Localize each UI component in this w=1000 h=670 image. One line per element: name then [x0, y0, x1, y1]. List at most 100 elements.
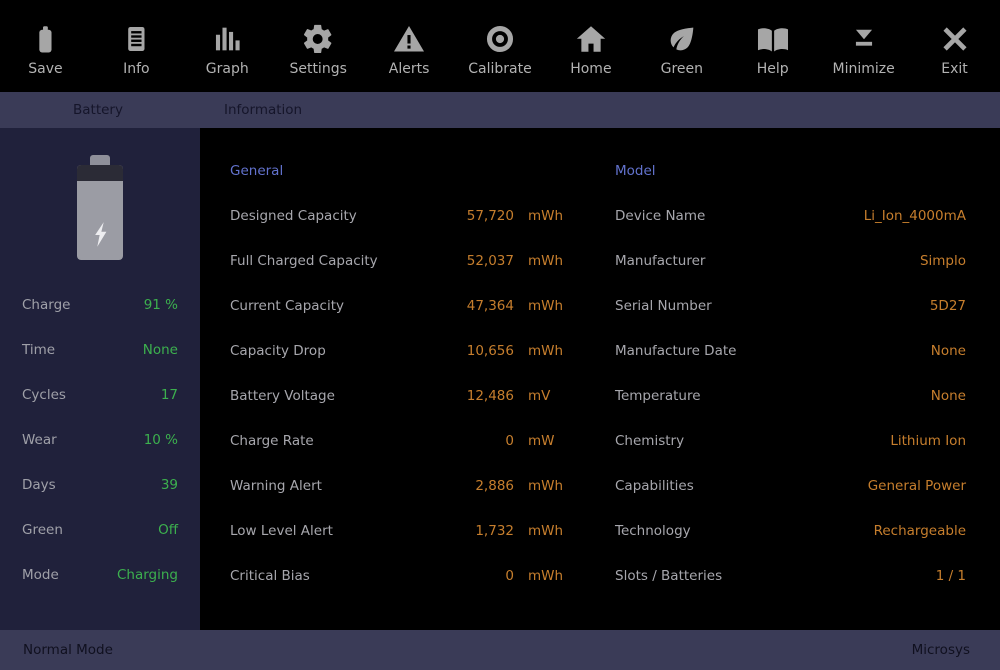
row-value: 1 / 1 [936, 568, 966, 584]
toolbar-button-calibrate[interactable]: Calibrate [455, 16, 546, 77]
status-vendor-text: Microsys [912, 642, 970, 658]
tab-information[interactable]: Information [224, 102, 302, 118]
stat-row-cycles: Cycles 17 [0, 372, 200, 417]
tab-battery[interactable]: Battery [73, 102, 123, 118]
row-unit: mWh [514, 478, 562, 494]
battery-stats-list: Charge 91 % Time None Cycles 17 Wear 10 … [0, 282, 200, 597]
battery-charging-icon [77, 155, 123, 260]
close-x-icon [938, 22, 972, 56]
stat-value: Charging [117, 567, 178, 583]
stat-label: Days [22, 477, 56, 493]
stat-row-charge: Charge 91 % [0, 282, 200, 327]
row-unit: mWh [514, 568, 562, 584]
row-value: 12,486 [434, 388, 514, 404]
toolbar-label: Graph [206, 61, 249, 77]
toolbar-label: Info [123, 61, 150, 77]
table-row: Manufacturer Simplo [615, 238, 966, 283]
stat-label: Cycles [22, 387, 66, 403]
bullseye-icon [483, 22, 517, 56]
table-row: Designed Capacity 57,720 mWh [230, 193, 562, 238]
table-row: Device Name Li_Ion_4000mA [615, 193, 966, 238]
minimize-triangle-icon [847, 22, 881, 56]
toolbar-label: Exit [941, 61, 968, 77]
stat-value: 39 [161, 477, 178, 493]
table-row: Temperature None [615, 373, 966, 418]
leaf-icon [665, 22, 699, 56]
row-label: Technology [615, 523, 691, 539]
row-label: Chemistry [615, 433, 684, 449]
battery-icon [28, 22, 62, 56]
stat-value: Off [158, 522, 178, 538]
row-value: Li_Ion_4000mA [864, 208, 966, 224]
document-lines-icon [119, 22, 153, 56]
row-label: Capacity Drop [230, 343, 434, 359]
stat-value: None [143, 342, 178, 358]
toolbar-button-save[interactable]: Save [0, 16, 91, 77]
toolbar-label: Help [757, 61, 789, 77]
table-row: Serial Number 5D27 [615, 283, 966, 328]
toolbar-button-help[interactable]: Help [727, 16, 818, 77]
row-value: Simplo [920, 253, 966, 269]
row-label: Designed Capacity [230, 208, 434, 224]
row-value: 0 [434, 568, 514, 584]
stat-value: 10 % [144, 432, 178, 448]
table-row: Low Level Alert 1,732 mWh [230, 508, 562, 553]
row-label: Warning Alert [230, 478, 434, 494]
row-value: 52,037 [434, 253, 514, 269]
stat-label: Charge [22, 297, 70, 313]
content-area: Charge 91 % Time None Cycles 17 Wear 10 … [0, 128, 1000, 630]
row-unit: mWh [514, 343, 562, 359]
toolbar-label: Minimize [832, 61, 894, 77]
general-section-title: General [230, 148, 562, 193]
table-row: Battery Voltage 12,486 mV [230, 373, 562, 418]
row-value: None [931, 388, 966, 404]
table-row: Manufacture Date None [615, 328, 966, 373]
stat-label: Green [22, 522, 63, 538]
toolbar-button-alerts[interactable]: Alerts [364, 16, 455, 77]
toolbar-label: Green [661, 61, 703, 77]
stat-value: 17 [161, 387, 178, 403]
row-label: Full Charged Capacity [230, 253, 434, 269]
row-label: Serial Number [615, 298, 712, 314]
status-bar: Normal Mode Microsys [0, 630, 1000, 670]
stat-row-wear: Wear 10 % [0, 417, 200, 462]
toolbar-button-settings[interactable]: Settings [273, 16, 364, 77]
row-value: 47,364 [434, 298, 514, 314]
toolbar-label: Alerts [389, 61, 430, 77]
stat-row-green: Green Off [0, 507, 200, 552]
row-value: General Power [868, 478, 966, 494]
stat-row-time: Time None [0, 327, 200, 372]
row-unit: mV [514, 388, 562, 404]
toolbar-button-graph[interactable]: Graph [182, 16, 273, 77]
row-label: Low Level Alert [230, 523, 434, 539]
toolbar-button-home[interactable]: Home [545, 16, 636, 77]
toolbar-button-green[interactable]: Green [636, 16, 727, 77]
toolbar-label: Settings [289, 61, 346, 77]
table-row: Capabilities General Power [615, 463, 966, 508]
table-row: Full Charged Capacity 52,037 mWh [230, 238, 562, 283]
house-icon [574, 22, 608, 56]
toolbar-button-minimize[interactable]: Minimize [818, 16, 909, 77]
row-value: 10,656 [434, 343, 514, 359]
toolbar-button-info[interactable]: Info [91, 16, 182, 77]
toolbar-label: Home [570, 61, 611, 77]
table-row: Technology Rechargeable [615, 508, 966, 553]
row-unit: mW [514, 433, 562, 449]
row-unit: mWh [514, 298, 562, 314]
row-unit: mWh [514, 523, 562, 539]
row-value: 5D27 [930, 298, 966, 314]
table-row: Critical Bias 0 mWh [230, 553, 562, 598]
row-value: 57,720 [434, 208, 514, 224]
toolbar-button-exit[interactable]: Exit [909, 16, 1000, 77]
stat-row-mode: Mode Charging [0, 552, 200, 597]
row-value: Lithium Ion [890, 433, 966, 449]
row-value: 0 [434, 433, 514, 449]
status-mode-text: Normal Mode [23, 642, 113, 658]
stat-label: Mode [22, 567, 59, 583]
row-label: Manufacture Date [615, 343, 736, 359]
open-book-icon [756, 22, 790, 56]
general-section: General Designed Capacity 57,720 mWh Ful… [230, 148, 562, 630]
row-label: Current Capacity [230, 298, 434, 314]
row-unit: mWh [514, 208, 562, 224]
battery-sidebar: Charge 91 % Time None Cycles 17 Wear 10 … [0, 128, 200, 630]
